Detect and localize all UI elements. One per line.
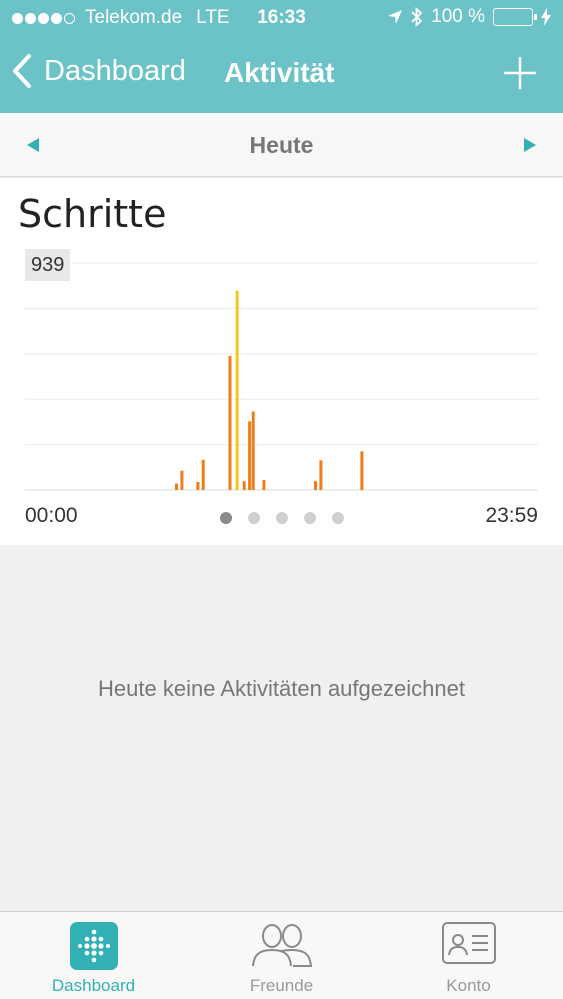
- x-end-label: 23:59: [485, 504, 538, 527]
- steps-card: Schritte 939 00:00 23:59: [0, 178, 563, 545]
- date-label: Heute: [249, 132, 314, 158]
- status-right: 100 %: [379, 6, 551, 28]
- chart-bar: [228, 355, 232, 490]
- chart-bar: [175, 483, 178, 490]
- tab-friends-label: Freunde: [249, 976, 314, 995]
- back-label: Dashboard: [44, 54, 186, 87]
- date-navigator: Heute: [0, 113, 563, 177]
- account-card-icon: [441, 922, 496, 969]
- chart-bar: [319, 460, 323, 490]
- tab-account[interactable]: Konto: [375, 912, 562, 999]
- card-title: Schritte: [18, 192, 167, 236]
- tab-dashboard[interactable]: Dashboard: [0, 912, 187, 999]
- page-title: Aktivität: [224, 57, 335, 88]
- location-arrow-icon: [387, 9, 403, 25]
- chart-bar: [235, 290, 239, 490]
- battery-percent: 100 %: [431, 6, 485, 27]
- friends-icon: [250, 922, 314, 973]
- chart-bar: [248, 421, 252, 490]
- chevron-left-icon: [13, 54, 31, 88]
- top-bar: Telekom.de LTE 16:33 100 % Dashboard Akt…: [0, 0, 563, 113]
- next-day-button[interactable]: [523, 137, 537, 158]
- page-dot[interactable]: [220, 512, 232, 524]
- charging-bolt-icon: [541, 8, 551, 26]
- page-dot[interactable]: [248, 512, 260, 524]
- bluetooth-icon: [411, 7, 423, 27]
- plus-icon: [504, 57, 536, 89]
- tab-dashboard-label: Dashboard: [51, 976, 136, 995]
- y-max-label: 939: [25, 249, 71, 281]
- page-dot[interactable]: [332, 512, 344, 524]
- empty-activities-message: Heute keine Aktivitäten aufgezeichnet: [98, 676, 465, 701]
- dashboard-icon: [69, 922, 118, 975]
- chart-bar: [180, 470, 184, 490]
- chart-bar: [242, 481, 246, 490]
- tab-account-label: Konto: [446, 976, 491, 995]
- page-dot[interactable]: [276, 512, 288, 524]
- page-dot[interactable]: [304, 512, 316, 524]
- chart-bar: [196, 482, 200, 490]
- chart-bar: [262, 480, 266, 490]
- x-start-label: 00:00: [25, 504, 78, 527]
- navigation-bar: Dashboard Aktivität: [0, 36, 563, 113]
- back-button[interactable]: Dashboard: [12, 54, 186, 88]
- add-button[interactable]: [503, 56, 537, 95]
- battery-icon: [493, 8, 537, 26]
- status-bar: Telekom.de LTE 16:33 100 %: [0, 0, 563, 36]
- chart-bar: [251, 411, 255, 490]
- tab-bar: Dashboard Freunde Konto: [0, 911, 563, 999]
- triangle-right-icon: [524, 138, 536, 152]
- tab-friends[interactable]: Freunde: [188, 912, 375, 999]
- chart-bar: [360, 451, 364, 490]
- chart-bar: [201, 459, 205, 490]
- chart-bar: [314, 481, 317, 490]
- page-indicator[interactable]: [220, 512, 360, 524]
